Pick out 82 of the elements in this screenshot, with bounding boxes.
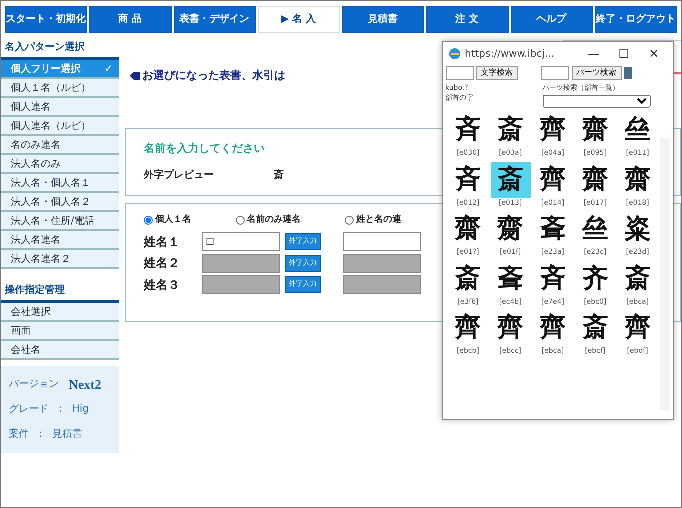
search-button[interactable]: 文字検索 (476, 66, 518, 80)
sidebar-item[interactable]: 会社選択 (1, 303, 119, 322)
info-separator: : (59, 403, 62, 417)
row-label: 姓名１ (144, 234, 181, 250)
radio-button[interactable] (236, 216, 244, 225)
kanji-option[interactable]: 齊 (490, 310, 531, 346)
row-label: 姓名２ (144, 255, 181, 272)
maximize-button[interactable]: ☐ (611, 45, 637, 63)
sidebar-item[interactable]: 法人名連名 (1, 231, 119, 250)
sidebar-item[interactable]: 個人１名（ルビ） (1, 79, 119, 98)
sidebar-item[interactable]: 法人名・個人名２ (1, 193, 119, 212)
parts-search-button[interactable]: パーツ検索 (572, 66, 622, 80)
kanji-option[interactable]: 斎 (575, 310, 616, 346)
kanji-option[interactable]: 齊 (532, 310, 573, 346)
nav-tab[interactable]: スタート・初期化 (5, 6, 88, 33)
kanji-option[interactable]: 齊 (532, 112, 573, 148)
book-icon (624, 67, 632, 79)
selection-heading: お選びになった表書、水引は (142, 68, 286, 84)
sidebar-item[interactable]: 個人連名 (1, 98, 119, 117)
kanji-option[interactable]: 齋 (448, 211, 488, 247)
kanji-option[interactable]: 齊 (532, 162, 573, 198)
parts-field[interactable] (541, 66, 569, 80)
name-field[interactable] (343, 232, 421, 251)
kanji-option[interactable]: 斎 (490, 162, 531, 198)
nav-tab[interactable]: ▶ 名 入 (258, 6, 340, 33)
radio-label: 個人１名 (156, 214, 192, 226)
sidebar-item[interactable]: 画面 (1, 322, 119, 341)
parts-dropdown[interactable] (542, 94, 650, 108)
info-label: バージョン (9, 378, 59, 392)
kanji-option[interactable]: 亝 (575, 211, 616, 247)
browser-icon (449, 48, 461, 60)
minimize-button[interactable]: — (581, 45, 607, 63)
kanji-option[interactable]: 齊 (618, 310, 658, 346)
kanji-option[interactable]: 斊 (532, 211, 573, 247)
info-value: Hig (72, 403, 90, 417)
kanji-option[interactable]: 齋 (618, 162, 658, 198)
card-title: 名前を入力してください (144, 141, 265, 157)
radio-label: 名前のみ連名 (247, 214, 301, 226)
kanji-option[interactable]: 斉 (448, 112, 488, 148)
preview-label: 外字プレビュー (144, 168, 214, 182)
nav-tab[interactable]: 商 品 (89, 6, 172, 33)
kanji-option[interactable]: 齌 (490, 211, 531, 247)
kanji-option[interactable]: 亝 (618, 112, 658, 148)
nav-tab[interactable]: 注 文 (426, 6, 508, 33)
window-title: https://www.ibcj... (465, 48, 556, 62)
nav-tab[interactable]: ヘルプ (510, 6, 593, 33)
nav-tab[interactable]: 表書・デザイン (174, 6, 256, 33)
radio-button[interactable] (345, 216, 354, 225)
info-label: グレード (9, 403, 49, 417)
row-label: 姓名３ (144, 276, 181, 294)
search-field[interactable] (446, 66, 474, 80)
sidebar-item[interactable]: 法人名・住所/電話 (1, 212, 119, 231)
kanji-option[interactable]: 斎 (490, 112, 531, 148)
kanji-option[interactable]: 斎 (618, 260, 658, 296)
kanji-option[interactable]: 斉 (532, 260, 573, 296)
radio-label: 姓と名の連 (356, 214, 402, 226)
sidebar-item[interactable]: 法人名連名２ (1, 250, 119, 269)
radio-button[interactable] (144, 216, 153, 225)
sidebar-item[interactable]: 法人名のみ (1, 155, 119, 174)
sidebar-item[interactable]: 会社名 (1, 341, 119, 360)
info-label: 案件 (9, 428, 29, 442)
tag-icon (130, 72, 140, 80)
kanji-option[interactable]: 齐 (575, 260, 616, 296)
check-icon: ✓ (104, 62, 113, 76)
kanji-option[interactable]: 粢 (618, 211, 658, 247)
name-field[interactable]: □ (202, 232, 280, 251)
nav-tab[interactable]: 見積書 (342, 6, 424, 33)
kanji-option[interactable]: 齋 (575, 112, 616, 148)
sidebar-item[interactable]: 個人連名（ルビ） (1, 117, 119, 136)
preview-character: 斎 (274, 168, 284, 182)
sidebar-item[interactable]: 法人名・個人名１ (1, 174, 119, 193)
kanji-option[interactable]: 齊 (448, 310, 488, 346)
kanji-option[interactable]: 斊 (490, 260, 531, 296)
info-value: Next2 (69, 376, 102, 394)
info-value: 見積書 (52, 428, 82, 442)
kanji-option[interactable]: 斉 (448, 162, 488, 198)
sidebar-item[interactable]: 名のみ連名 (1, 136, 119, 155)
kanji-option[interactable]: 斎 (448, 260, 488, 296)
kanji-option[interactable]: 齋 (575, 162, 616, 198)
nav-tab[interactable]: 終了・ログアウト (594, 6, 677, 33)
info-separator: : (39, 428, 42, 442)
close-button[interactable]: ✕ (641, 45, 667, 63)
